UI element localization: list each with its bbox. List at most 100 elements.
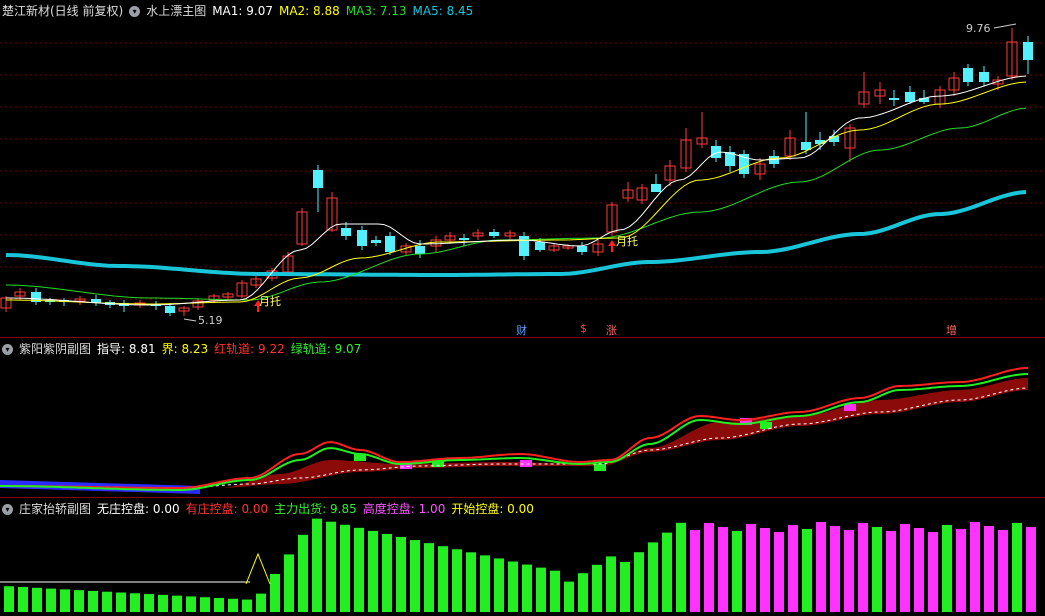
control-bar	[928, 532, 938, 612]
control-bar	[102, 591, 112, 612]
event-marker-zeng[interactable]: 增	[946, 322, 957, 338]
kaishi-value: 开始控盘: 0.00	[451, 502, 534, 516]
green-track-line	[0, 373, 1029, 491]
ma2-line	[6, 81, 1027, 305]
control-bar	[74, 590, 84, 612]
control-bar	[718, 527, 728, 612]
candlestick-chart[interactable]	[0, 0, 1045, 338]
control-bar	[396, 537, 406, 612]
control-bar	[480, 555, 490, 612]
control-bar	[116, 592, 126, 612]
event-marker-zhang[interactable]: 涨	[606, 322, 617, 338]
youzhuang-value: 有庄控盘: 0.00	[185, 502, 269, 516]
ma3-line	[5, 107, 1027, 301]
control-bar	[648, 542, 658, 612]
zhuangjia-indicator-name[interactable]: 庄家抬轿副图	[19, 501, 91, 517]
control-bar	[340, 524, 350, 612]
main-indicator-name[interactable]: 水上漂主图	[146, 3, 206, 19]
lv-value: 绿轨道: 9.07	[290, 342, 362, 356]
indicator-settings-icon[interactable]: ▾	[2, 503, 13, 515]
low-arrow	[183, 318, 197, 322]
candle-body-down	[651, 184, 661, 192]
candle-body-down	[415, 246, 425, 254]
indicator-settings-icon[interactable]: ▾	[129, 5, 141, 17]
wuzhuang-value: 无庄控盘: 0.00	[97, 502, 180, 516]
control-bar	[606, 556, 616, 612]
main-chart-panel[interactable]: 楚江新材(日线 前复权) ▾ 水上漂主图 MA1: 9.07 MA2: 8.88…	[0, 0, 1045, 338]
main-chart-header: 楚江新材(日线 前复权) ▾ 水上漂主图 MA1: 9.07 MA2: 8.88…	[2, 3, 473, 19]
ma5-value: MA5: 8.45	[412, 4, 474, 18]
control-bar	[858, 523, 868, 612]
control-bar	[88, 590, 98, 612]
control-bar	[144, 594, 154, 612]
control-bar	[942, 525, 952, 612]
control-bar	[564, 581, 574, 612]
control-bar	[284, 554, 294, 612]
ma5-line	[5, 190, 1027, 277]
control-bar	[424, 543, 434, 612]
control-bar	[998, 530, 1008, 612]
control-bar	[620, 562, 630, 612]
control-bar	[662, 532, 672, 612]
control-bar	[522, 564, 532, 612]
zhuangjia-subchart-panel[interactable]: ▾ 庄家抬轿副图 无庄控盘: 0.00 有庄控盘: 0.00 主力出货: 9.8…	[0, 498, 1045, 616]
control-bar	[886, 531, 896, 612]
zhidao-value: 指导: 8.81	[97, 342, 156, 356]
control-bar	[690, 530, 700, 612]
control-bar	[452, 549, 462, 612]
control-bar	[382, 533, 392, 612]
candle-body-down	[165, 306, 175, 313]
ziyang-chart[interactable]	[0, 338, 1045, 498]
control-bar	[550, 570, 560, 612]
candle-body-down	[459, 238, 469, 240]
control-bar	[494, 558, 504, 612]
control-bar	[760, 528, 770, 612]
control-bar	[802, 529, 812, 612]
control-bar	[18, 587, 28, 612]
candle-body-down	[385, 236, 395, 252]
control-bar	[732, 531, 742, 612]
control-bar	[956, 529, 966, 612]
control-bar	[46, 588, 56, 612]
control-bar	[256, 593, 266, 612]
tuo-label-2: 月托	[616, 235, 638, 248]
control-bar	[186, 596, 196, 612]
ziyang-indicator-name[interactable]: 紫阳紫阴副图	[19, 341, 91, 357]
event-marker-cai[interactable]: 财	[516, 322, 527, 338]
control-bar	[774, 532, 784, 612]
ma1-value: MA1: 9.07	[212, 4, 273, 18]
ziyang-header: ▾ 紫阳紫阴副图 指导: 8.81 界: 8.23 红轨道: 9.22 绿轨道:…	[2, 341, 361, 357]
ma3-value: MA3: 7.13	[345, 4, 407, 18]
candle-body-down	[577, 246, 587, 252]
control-bar	[872, 527, 882, 612]
control-bar	[270, 574, 280, 612]
red-track-line	[0, 367, 1029, 489]
jie-value: 界: 8.23	[161, 342, 209, 356]
event-marker-dollar[interactable]: $	[580, 322, 587, 335]
control-bar	[788, 525, 798, 612]
candle-body-down	[963, 68, 973, 82]
control-bar	[844, 530, 854, 612]
control-bar	[298, 534, 308, 612]
control-bar	[130, 593, 140, 612]
signal-triangle	[245, 552, 271, 585]
control-bar	[4, 586, 14, 612]
up-arrow-icon	[608, 240, 616, 252]
high-price-label: 9.76	[966, 22, 991, 35]
stock-title[interactable]: 楚江新材(日线 前复权)	[2, 3, 123, 19]
control-bar	[1026, 527, 1036, 612]
candle-body-down	[979, 72, 989, 82]
control-bar	[200, 597, 210, 612]
low-price-label: 5.19	[198, 314, 223, 327]
hong-value: 红轨道: 9.22	[214, 342, 285, 356]
ziyang-subchart-panel[interactable]: ▾ 紫阳紫阴副图 指导: 8.81 界: 8.23 红轨道: 9.22 绿轨道:…	[0, 338, 1045, 498]
signal-block	[594, 464, 606, 471]
control-bar	[914, 528, 924, 612]
zhuli-value: 主力出货: 9.85	[274, 502, 357, 516]
control-bar	[32, 587, 42, 612]
control-bar	[900, 524, 910, 612]
control-bar	[242, 599, 252, 612]
control-bar	[172, 595, 182, 612]
indicator-settings-icon[interactable]: ▾	[2, 343, 13, 355]
zhuangjia-header: ▾ 庄家抬轿副图 无庄控盘: 0.00 有庄控盘: 0.00 主力出货: 9.8…	[2, 501, 534, 517]
